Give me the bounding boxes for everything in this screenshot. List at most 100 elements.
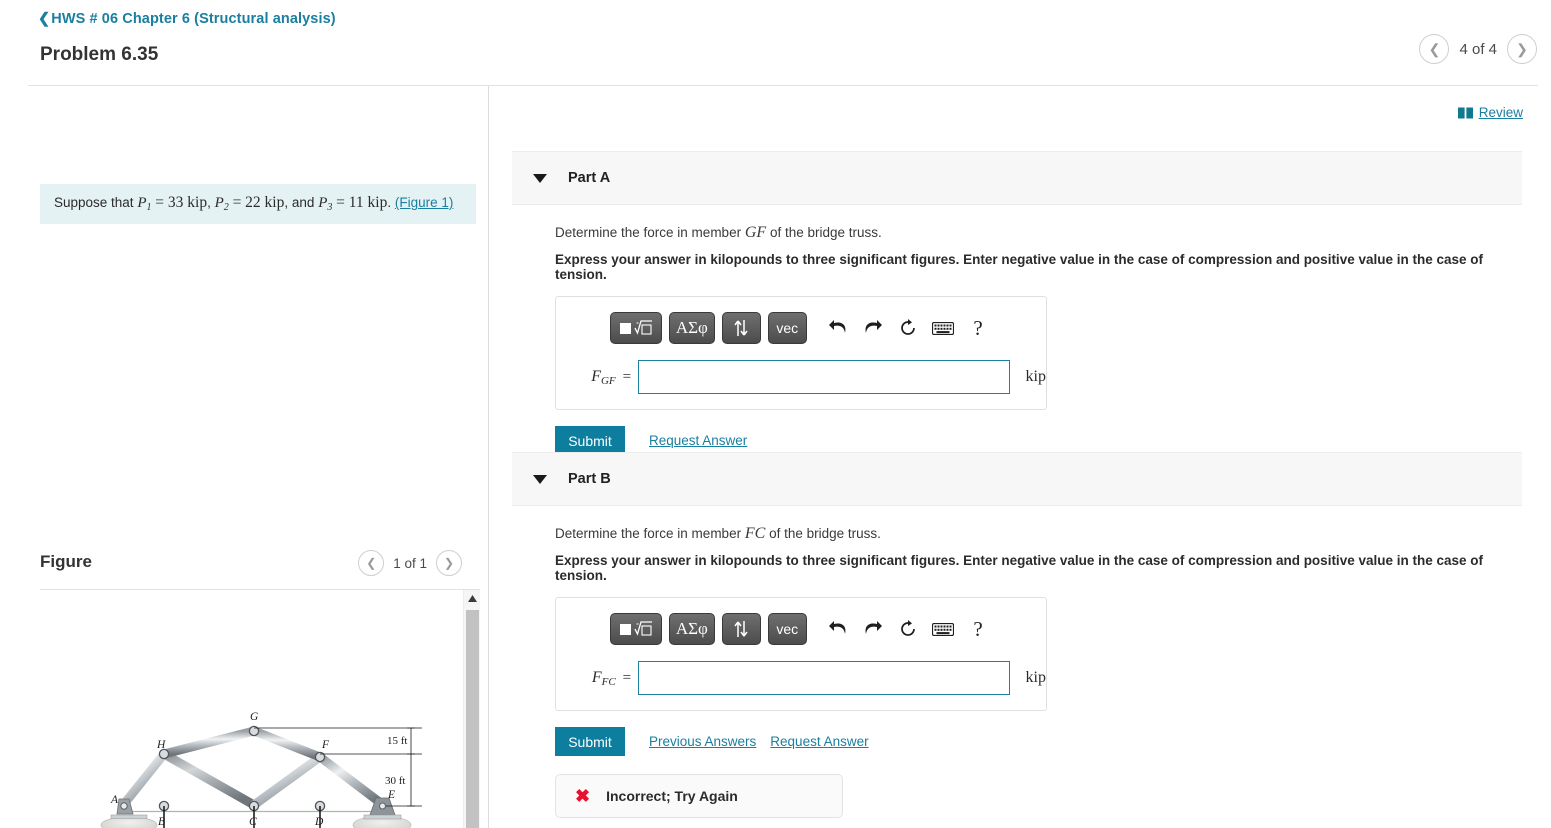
part-a-actions: Submit Request Answer bbox=[555, 426, 1522, 455]
part-a-instruction: Express your answer in kilopounds to thr… bbox=[555, 252, 1483, 282]
help-button[interactable]: ? bbox=[964, 314, 992, 342]
part-b-section: Part B Determine the force in member FC … bbox=[512, 452, 1522, 818]
figure-1-link[interactable]: (Figure 1) bbox=[395, 195, 454, 210]
keyboard-button[interactable] bbox=[929, 314, 957, 342]
part-a-answer-input[interactable] bbox=[638, 360, 1010, 394]
figure-pager: ❮ 1 of 1 ❯ bbox=[358, 550, 462, 576]
page-title: Problem 6.35 bbox=[40, 44, 159, 65]
part-a-unit: kip bbox=[1025, 368, 1046, 385]
figure-next-button[interactable]: ❯ bbox=[436, 550, 462, 576]
part-b-body: Determine the force in member FC of the … bbox=[512, 506, 1522, 818]
part-a-answer-row: FGF = kip bbox=[556, 360, 1046, 394]
feedback-text: Incorrect; Try Again bbox=[606, 788, 738, 804]
part-b-math-toolbar: ΑΣφ vec ? bbox=[610, 611, 992, 647]
part-b-feedback: ✖ Incorrect; Try Again bbox=[555, 774, 843, 818]
reset-button[interactable] bbox=[894, 615, 922, 643]
template-radical-button[interactable] bbox=[610, 613, 662, 645]
arrows-button[interactable] bbox=[721, 613, 761, 645]
value-p2: = 22 kip bbox=[232, 194, 285, 211]
help-button[interactable]: ? bbox=[964, 615, 992, 643]
part-a-math-toolbar: ΑΣφ vec ? bbox=[610, 310, 992, 346]
part-a-label: Part A bbox=[568, 170, 611, 186]
part-a-answer-label: FGF bbox=[591, 367, 616, 387]
statement-and: and bbox=[291, 195, 315, 210]
redo-button[interactable] bbox=[859, 615, 887, 643]
figure-viewport: A H G F E B C D 15 ft 30 ft bbox=[40, 590, 480, 828]
figure-prev-button[interactable]: ❮ bbox=[358, 550, 385, 576]
review-link[interactable]: Review bbox=[1457, 105, 1523, 120]
problem-next-button[interactable]: ❯ bbox=[1507, 34, 1537, 64]
scroll-up-button[interactable] bbox=[464, 590, 480, 607]
vector-button[interactable]: vec bbox=[767, 312, 807, 344]
problem-statement: Suppose that P1 = 33 kip, P2 = 22 kip, a… bbox=[40, 184, 476, 224]
label-A: A bbox=[110, 794, 119, 806]
figure-pager-count: 1 of 1 bbox=[393, 555, 427, 571]
keyboard-icon bbox=[932, 321, 955, 335]
breadcrumb-assignment-link[interactable]: ❮HWS # 06 Chapter 6 (Structural analysis… bbox=[38, 11, 336, 27]
part-a-member: GF bbox=[744, 224, 767, 241]
undo-button[interactable] bbox=[824, 615, 852, 643]
undo-icon bbox=[829, 320, 846, 333]
undo-button[interactable] bbox=[824, 314, 852, 342]
symbol-p2: P2 bbox=[214, 195, 229, 213]
label-D: D bbox=[314, 816, 324, 828]
part-b-answer-input[interactable] bbox=[638, 661, 1010, 695]
dim-15ft: 15 ft bbox=[387, 735, 407, 747]
problem-page: ❮HWS # 06 Chapter 6 (Structural analysis… bbox=[0, 0, 1551, 828]
redo-button[interactable] bbox=[859, 314, 887, 342]
reset-icon bbox=[901, 620, 916, 636]
dim-30ft: 30 ft bbox=[385, 775, 405, 787]
value-p1: = 33 kip bbox=[155, 194, 208, 211]
part-a-equals: = bbox=[622, 368, 632, 385]
part-b-answer-card: ΑΣφ vec ? FFC = kip bbox=[555, 597, 1047, 711]
part-b-equals: = bbox=[622, 669, 632, 686]
triangle-up-icon bbox=[468, 595, 477, 602]
problem-pager-count: 4 of 4 bbox=[1459, 40, 1497, 58]
part-a-submit-button[interactable]: Submit bbox=[555, 426, 625, 455]
truss-svg: A H G F E B C D 15 ft 30 ft bbox=[100, 711, 422, 828]
value-p3: = 11 kip bbox=[336, 194, 388, 211]
reset-button[interactable] bbox=[894, 314, 922, 342]
part-a-answer-card: ΑΣφ vec ? FGF = kip bbox=[555, 296, 1047, 410]
collapse-caret-icon[interactable] bbox=[533, 173, 547, 183]
part-b-answer-label: FFC bbox=[591, 668, 616, 688]
symbol-p1: P1 bbox=[137, 195, 152, 213]
label-E: E bbox=[387, 789, 395, 801]
label-H: H bbox=[156, 739, 166, 751]
greek-symbols-button[interactable]: ΑΣφ bbox=[669, 613, 715, 645]
review-label: Review bbox=[1478, 105, 1523, 120]
greek-symbols-button[interactable]: ΑΣφ bbox=[669, 312, 715, 344]
keyboard-icon bbox=[932, 622, 955, 636]
part-a-question: Determine the force in member GF of the … bbox=[555, 224, 882, 241]
part-b-instruction: Express your answer in kilopounds to thr… bbox=[555, 553, 1483, 583]
part-b-label: Part B bbox=[568, 471, 611, 487]
statement-prefix: Suppose that bbox=[54, 195, 134, 210]
keyboard-button[interactable] bbox=[929, 615, 957, 643]
part-b-submit-button[interactable]: Submit bbox=[555, 727, 625, 756]
redo-icon bbox=[865, 621, 883, 634]
problem-pager: ❮ 4 of 4 ❯ bbox=[1419, 34, 1537, 64]
back-chevron-icon: ❮ bbox=[38, 11, 51, 27]
part-a-header[interactable]: Part A bbox=[512, 151, 1522, 205]
scrollbar-thumb[interactable] bbox=[466, 610, 479, 828]
breadcrumb-label: HWS # 06 Chapter 6 (Structural analysis) bbox=[51, 11, 336, 27]
figure-header: Figure ❮ 1 of 1 ❯ bbox=[40, 550, 476, 590]
truss-diagram: A H G F E B C D 15 ft 30 ft bbox=[95, 702, 435, 828]
vector-button[interactable]: vec bbox=[767, 613, 807, 645]
part-a-request-answer-link[interactable]: Request Answer bbox=[649, 433, 747, 448]
part-b-request-answer-link[interactable]: Request Answer bbox=[770, 734, 868, 749]
figure-title: Figure bbox=[40, 552, 92, 571]
part-a-body: Determine the force in member GF of the … bbox=[512, 205, 1522, 455]
part-a-section: Part A Determine the force in member GF … bbox=[512, 151, 1522, 455]
arrows-button[interactable] bbox=[721, 312, 761, 344]
label-G: G bbox=[250, 711, 259, 723]
problem-prev-button[interactable]: ❮ bbox=[1419, 34, 1450, 64]
undo-icon bbox=[829, 621, 846, 634]
template-radical-button[interactable] bbox=[610, 312, 662, 344]
reset-icon bbox=[901, 319, 916, 335]
figure-scrollbar[interactable] bbox=[463, 590, 480, 828]
collapse-caret-icon[interactable] bbox=[533, 474, 547, 484]
part-b-previous-answers-link[interactable]: Previous Answers bbox=[649, 734, 756, 749]
part-b-header[interactable]: Part B bbox=[512, 452, 1522, 506]
part-b-actions: Submit Previous Answers Request Answer bbox=[555, 727, 1522, 756]
